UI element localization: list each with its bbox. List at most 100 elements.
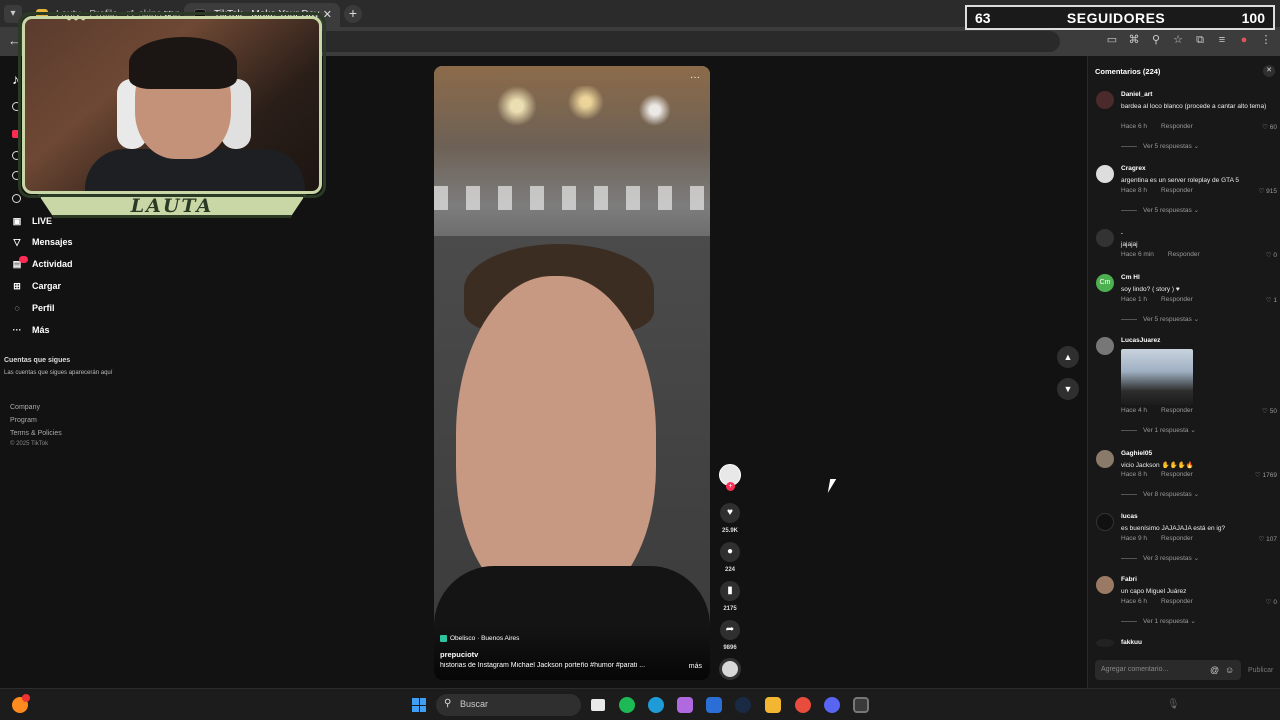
mouse-cursor-icon — [827, 479, 837, 493]
avatar[interactable] — [1096, 337, 1114, 355]
search-icon: ⚲ — [444, 698, 452, 709]
chrome-icon[interactable] — [795, 697, 811, 713]
sidebar-item-live[interactable]: ▣ LIVE — [12, 212, 52, 230]
footer-link-program[interactable]: Program — [10, 417, 37, 424]
view-replies-button[interactable]: Ver 5 respuestas ⌄ — [1121, 206, 1199, 214]
steam-icon[interactable] — [735, 697, 751, 713]
comment-like[interactable]: ♡ 0 — [1266, 598, 1277, 606]
avatar[interactable] — [1096, 639, 1114, 647]
reply-button[interactable]: Responder — [1161, 123, 1193, 130]
video-menu-icon[interactable]: ··· — [690, 72, 700, 83]
file-explorer-icon[interactable] — [765, 697, 781, 713]
sidebar-item-perfil[interactable]: ◌ Perfil — [12, 299, 54, 317]
comment-bubble-icon[interactable]: ● — [720, 542, 740, 562]
comment-like[interactable]: ♡ 107 — [1259, 535, 1278, 543]
comment-like[interactable]: ♡ 1 — [1266, 296, 1277, 304]
copilot-icon[interactable] — [677, 697, 693, 713]
notification-badge — [22, 694, 30, 702]
comment-like[interactable]: ♡ 915 — [1259, 187, 1278, 195]
video-more-link[interactable]: más — [689, 663, 702, 670]
microphone-icon[interactable]: 🎙 — [1167, 699, 1180, 710]
webcam-feed — [22, 16, 322, 194]
streamer-nameplate: LAUTA — [38, 194, 306, 218]
discord-icon[interactable] — [824, 697, 840, 713]
like-count: 25.9K — [721, 528, 738, 534]
more-icon: ··· — [12, 325, 22, 335]
profile-icon: ◌ — [14, 303, 20, 313]
obs-icon[interactable] — [853, 697, 869, 713]
new-tab-button[interactable]: + — [344, 5, 362, 23]
sidebar-item-mas[interactable]: ··· Más — [12, 321, 50, 339]
video-username[interactable]: prepuciotv — [440, 650, 478, 659]
video-description: historias de Instagram Michael Jackson p… — [440, 662, 646, 669]
footer-link-company[interactable]: Company — [10, 404, 40, 411]
video-player[interactable]: ··· Obelisco · Buenos Aires prepuciotv h… — [434, 66, 710, 680]
reply-button[interactable]: Responder — [1161, 471, 1193, 478]
store-icon[interactable] — [706, 697, 722, 713]
bookmark-star-icon[interactable]: ☆ — [1172, 34, 1184, 46]
avatar[interactable] — [1096, 576, 1114, 594]
upload-icon: ⊞ — [13, 281, 21, 291]
like-heart-icon[interactable]: ♥ — [720, 503, 740, 523]
post-comment-button[interactable]: Publicar — [1248, 667, 1273, 674]
comments-title: Comentarios (224) — [1095, 67, 1161, 76]
comment-like[interactable]: ♡ 1769 — [1255, 471, 1277, 479]
avatar[interactable] — [1096, 450, 1114, 468]
kebab-menu-icon[interactable]: ⋮ — [1260, 34, 1272, 46]
extensions-icon[interactable]: ⧉ — [1194, 34, 1206, 46]
mention-at-icon[interactable]: @ — [1210, 665, 1219, 675]
next-video-chevron-down-icon[interactable]: ▼ — [1057, 378, 1079, 400]
avatar[interactable] — [1096, 229, 1114, 247]
follower-goal-overlay: 63 SEGUIDORES 100 — [965, 5, 1275, 30]
reply-button[interactable]: Responder — [1161, 598, 1193, 605]
video-location[interactable]: Obelisco · Buenos Aires — [440, 635, 519, 642]
bookmark-icon[interactable]: ▮ — [720, 581, 740, 601]
cast-icon[interactable]: ▭ — [1106, 34, 1118, 46]
friends-icon[interactable] — [12, 194, 21, 203]
comment-like[interactable]: ♡ 50 — [1262, 407, 1277, 415]
reply-button[interactable]: Responder — [1161, 296, 1193, 303]
task-view-icon[interactable] — [591, 699, 605, 711]
zoom-icon[interactable]: ⚲ — [1150, 34, 1162, 46]
view-replies-button[interactable]: Ver 1 respuesta ⌄ — [1121, 617, 1196, 625]
browser-extension-icons: ▭ ⌘ ⚲ ☆ ⧉ ≡ ● ⋮ — [1106, 34, 1272, 46]
view-replies-button[interactable]: Ver 5 respuestas ⌄ — [1121, 142, 1199, 150]
following-section-title: Cuentas que sigues — [4, 357, 71, 364]
avatar[interactable]: Cm — [1096, 274, 1114, 292]
spotify-icon[interactable] — [619, 697, 635, 713]
view-replies-button[interactable]: Ver 3 respuestas ⌄ — [1121, 554, 1199, 562]
sound-disc-icon[interactable] — [719, 658, 741, 680]
reply-button[interactable]: Responder — [1161, 535, 1193, 542]
taskbar-search-input[interactable]: ⚲ Buscar — [436, 694, 581, 716]
profile-avatar-icon[interactable]: ● — [1238, 34, 1250, 46]
followers-goal: 100 — [1241, 9, 1265, 26]
view-replies-button[interactable]: Ver 1 respuesta ⌄ — [1121, 426, 1196, 434]
avatar[interactable] — [1096, 165, 1114, 183]
footer-link-terms[interactable]: Terms & Policies — [10, 430, 62, 437]
sidebar-item-mensajes[interactable]: ▽ Mensajes — [12, 233, 73, 251]
windows-start-icon[interactable] — [412, 698, 426, 712]
avatar[interactable] — [1096, 513, 1114, 531]
edge-icon[interactable] — [648, 697, 664, 713]
address-bar[interactable]: 2 — [300, 31, 1060, 52]
comment-like[interactable]: ♡ 0 — [1266, 251, 1277, 259]
decor-dots: ●●● — [66, 13, 88, 24]
reply-button[interactable]: Responder — [1161, 407, 1193, 414]
comment-image[interactable] — [1121, 349, 1193, 405]
avatar[interactable] — [1096, 91, 1114, 109]
sidebar-item-cargar[interactable]: ⊞ Cargar — [12, 277, 61, 295]
previous-video-chevron-up-icon[interactable]: ▲ — [1057, 346, 1079, 368]
media-icon[interactable]: ≡ — [1216, 34, 1228, 46]
close-icon[interactable]: ✕ — [1263, 65, 1275, 77]
reply-button[interactable]: Responder — [1168, 251, 1200, 258]
following-empty-note: Las cuentas que sigues aparecerán aquí — [4, 370, 113, 376]
view-replies-button[interactable]: Ver 8 respuestas ⌄ — [1121, 490, 1199, 498]
share-arrow-icon[interactable]: ➦ — [720, 620, 740, 640]
emoji-icon[interactable]: ☺ — [1225, 665, 1234, 675]
follow-plus-icon[interactable]: + — [726, 482, 735, 491]
view-replies-button[interactable]: Ver 5 respuestas ⌄ — [1121, 315, 1199, 323]
reply-button[interactable]: Responder — [1161, 187, 1193, 194]
translate-icon[interactable]: ⌘ — [1128, 34, 1140, 46]
comment-like[interactable]: ♡ 60 — [1262, 123, 1277, 131]
followers-label: SEGUIDORES — [1066, 9, 1166, 26]
